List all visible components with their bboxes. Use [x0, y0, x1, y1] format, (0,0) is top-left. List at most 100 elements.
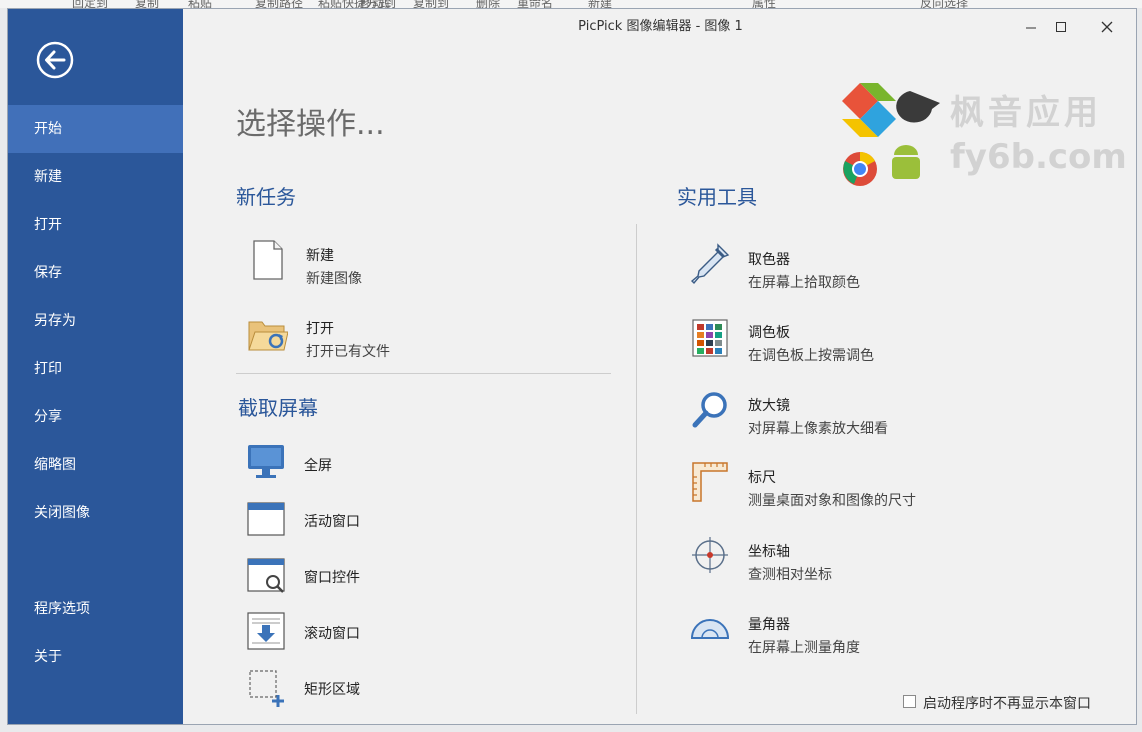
item-label: 量角器: [748, 617, 790, 633]
capture-active-window-button[interactable]: 活动窗口: [246, 497, 566, 545]
watermark: 枫音应用 fy6b.com: [840, 81, 1136, 191]
bg-label: 反向选择: [920, 0, 969, 8]
open-file-button[interactable]: 打开 打开已有文件: [248, 312, 568, 360]
palette-icon: [692, 319, 728, 357]
bg-label: 复制到: [413, 0, 450, 8]
sidebar-item-label: 缩略图: [34, 457, 76, 473]
capture-window-control-button[interactable]: 窗口控件: [246, 553, 566, 601]
capture-fullscreen-button[interactable]: 全屏: [246, 441, 566, 489]
maximize-button[interactable]: [1046, 15, 1076, 39]
page-title: 选择操作...: [236, 107, 385, 142]
tool-color-picker-button[interactable]: 取色器 在屏幕上拾取颜色: [690, 243, 1010, 291]
bg-label: 新建: [588, 0, 613, 8]
sidebar-item-share[interactable]: 分享: [8, 393, 183, 441]
column-divider: [636, 224, 637, 714]
sidebar-item-label: 开始: [34, 121, 62, 137]
sidebar-item-label: 程序选项: [34, 601, 90, 617]
sidebar-item-label: 关闭图像: [34, 505, 90, 521]
open-folder-icon: [248, 321, 288, 351]
bg-label: 重命名: [517, 0, 554, 8]
bg-label: 粘贴: [188, 0, 213, 8]
sidebar-item-close-image[interactable]: 关闭图像: [8, 489, 183, 537]
sidebar-item-label: 保存: [34, 265, 62, 281]
bg-label: 复制: [135, 0, 160, 8]
picpick-window: 开始 新建 打开 保存 另存为 打印 分享 缩略图 关闭图像 程序选项 关于 P…: [7, 8, 1137, 725]
palette-swatch: [697, 348, 704, 354]
palette-swatch: [697, 332, 704, 338]
window-title: PicPick 图像编辑器 - 图像 1: [578, 19, 743, 34]
tool-ruler-button[interactable]: 标尺 测量桌面对象和图像的尺寸: [690, 461, 1010, 509]
eyedropper-icon: [690, 243, 730, 285]
sidebar-item-options[interactable]: 程序选项: [8, 585, 183, 633]
section-divider: [236, 373, 611, 374]
sidebar-item-label: 打印: [34, 361, 62, 377]
startup-checkbox[interactable]: [903, 695, 916, 708]
bg-label: 移动到: [360, 0, 397, 8]
minimize-button[interactable]: [1016, 15, 1046, 39]
sidebar: 开始 新建 打开 保存 另存为 打印 分享 缩略图 关闭图像 程序选项 关于: [8, 9, 183, 724]
sidebar-item-new[interactable]: 新建: [8, 153, 183, 201]
item-desc: 在调色板上按需调色: [748, 348, 874, 364]
tool-palette-button[interactable]: 调色板 在调色板上按需调色: [690, 316, 1010, 364]
capture-rect-region-button[interactable]: 矩形区域: [246, 665, 566, 713]
palette-swatch: [715, 332, 722, 338]
item-label: 打开: [306, 321, 334, 337]
tool-crosshair-button[interactable]: 坐标轴 查测相对坐标: [690, 535, 1010, 583]
maximize-icon: [1056, 22, 1066, 32]
crosshair-icon: [692, 537, 728, 573]
watermark-logo-icon: [842, 83, 940, 186]
sidebar-item-label: 打开: [34, 217, 62, 233]
sidebar-item-thumbnails[interactable]: 缩略图: [8, 441, 183, 489]
tool-protractor-button[interactable]: 量角器 在屏幕上测量角度: [690, 608, 1010, 656]
palette-swatch: [706, 348, 713, 354]
item-label: 取色器: [748, 252, 790, 268]
item-desc: 对屏幕上像素放大细看: [748, 421, 888, 437]
palette-swatch: [697, 340, 704, 346]
item-label: 滚动窗口: [304, 626, 360, 642]
rect-region-icon: [249, 670, 284, 707]
minimize-icon: [1026, 27, 1036, 29]
sidebar-item-label: 另存为: [34, 313, 76, 329]
monitor-icon: [248, 445, 284, 478]
close-icon: [1101, 21, 1113, 33]
item-desc: 在屏幕上测量角度: [748, 640, 860, 656]
sidebar-item-open[interactable]: 打开: [8, 201, 183, 249]
scroll-window-icon: [247, 612, 285, 650]
palette-swatch: [715, 340, 722, 346]
item-label: 矩形区域: [304, 682, 360, 698]
new-image-button[interactable]: 新建 新建图像: [248, 239, 568, 287]
close-button[interactable]: [1092, 15, 1122, 39]
window-icon: [247, 502, 285, 536]
startup-checkbox-label[interactable]: 启动程序时不再显示本窗口: [923, 693, 1091, 713]
capture-scroll-window-button[interactable]: 滚动窗口: [246, 609, 566, 657]
section-title-tools: 实用工具: [677, 185, 757, 209]
palette-swatch: [697, 324, 704, 330]
tool-magnifier-button[interactable]: 放大镜 对屏幕上像素放大细看: [690, 389, 1010, 437]
sidebar-item-save-as[interactable]: 另存为: [8, 297, 183, 345]
item-label: 坐标轴: [748, 544, 790, 560]
item-label: 标尺: [748, 470, 776, 486]
section-title-capture: 截取屏幕: [238, 396, 318, 420]
watermark-cn: 枫音应用: [950, 93, 1102, 133]
item-label: 调色板: [748, 325, 790, 341]
sidebar-item-print[interactable]: 打印: [8, 345, 183, 393]
item-desc: 在屏幕上拾取颜色: [748, 275, 860, 291]
sidebar-item-save[interactable]: 保存: [8, 249, 183, 297]
sidebar-item-start[interactable]: 开始: [8, 105, 183, 153]
item-label: 窗口控件: [304, 570, 360, 586]
sidebar-item-label: 关于: [34, 649, 62, 665]
blank-page-icon: [253, 240, 283, 280]
sidebar-item-about[interactable]: 关于: [8, 633, 183, 681]
palette-swatch: [715, 324, 722, 330]
bg-label: 复制路径: [255, 0, 304, 8]
back-button[interactable]: [36, 41, 74, 79]
bg-label: 属性: [752, 0, 777, 8]
item-desc: 新建图像: [306, 271, 362, 287]
item-label: 活动窗口: [304, 514, 360, 530]
item-label: 放大镜: [748, 398, 790, 414]
palette-swatch: [715, 348, 722, 354]
bg-label: 删除: [476, 0, 501, 8]
watermark-en: fy6b.com: [950, 137, 1127, 177]
item-desc: 打开已有文件: [306, 344, 390, 360]
item-label: 全屏: [304, 458, 332, 474]
